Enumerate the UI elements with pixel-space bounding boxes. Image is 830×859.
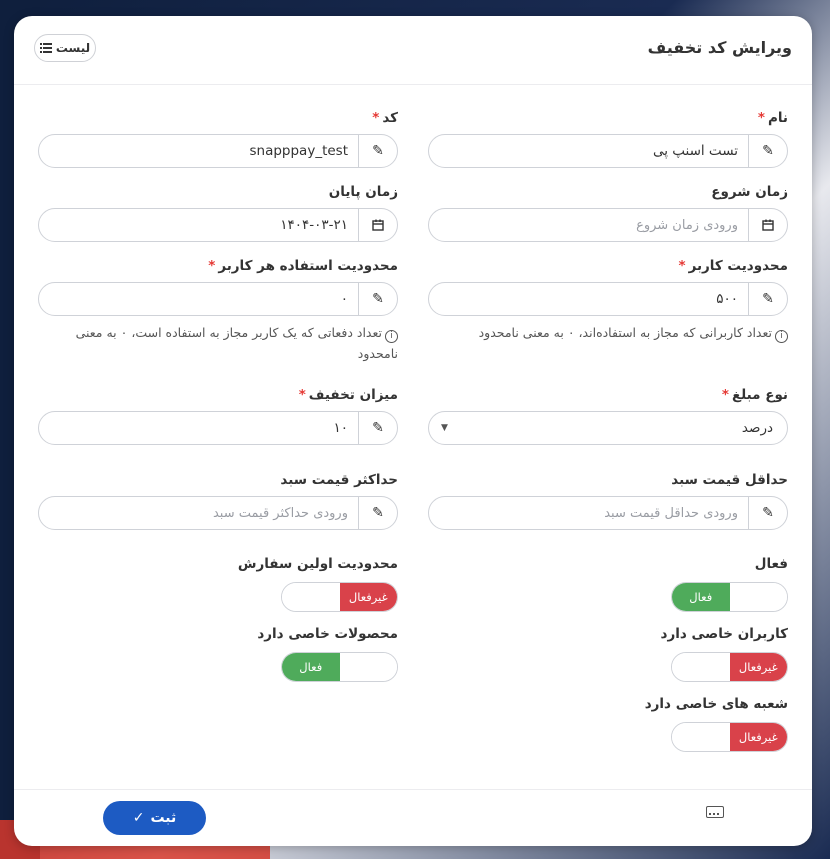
min-cart-field: حداقل قیمت سبد ✎ ورودی حداقل قیمت سبد <box>428 470 788 530</box>
page-title: ویرایش کد تخفیف <box>647 38 792 57</box>
per-user-limit-value: ۰ <box>340 291 348 307</box>
min-cart-label: حداقل قیمت سبد <box>671 472 788 488</box>
pencil-icon: ✎ <box>748 283 787 315</box>
toggle-blank <box>729 583 787 611</box>
user-limit-hint: iتعداد کاربرانی که مجاز به استفاده‌اند، … <box>428 322 788 343</box>
active-toggle[interactable]: فعال <box>671 582 788 612</box>
per-user-limit-input[interactable]: ✎ ۰ <box>38 282 398 316</box>
toggle-off: غیرفعال <box>339 583 397 611</box>
max-cart-label: حداکثر قیمت سبد <box>280 472 398 488</box>
code-value: snapppay_test <box>249 143 348 159</box>
submit-label: ثبت <box>150 810 177 826</box>
toggle-off: غیرفعال <box>729 653 787 681</box>
max-cart-input[interactable]: ✎ ورودی حداکثر قیمت سبد <box>38 496 398 530</box>
end-time-input[interactable]: ۱۴۰۴-۰۳-۲۱ <box>38 208 398 242</box>
submit-button[interactable]: ثبت ✓ <box>103 801 206 835</box>
user-limit-value: ۵۰۰ <box>716 291 738 307</box>
name-value: تست اسنپ پی <box>652 143 738 159</box>
check-icon: ✓ <box>132 810 145 826</box>
special-products-toggle[interactable]: فعال <box>281 652 398 682</box>
special-users-toggle[interactable]: غیرفعال <box>671 652 788 682</box>
end-time-value: ۱۴۰۴-۰۳-۲۱ <box>280 217 348 233</box>
amount-type-field: نوع مبلغ* درصد ▼ <box>428 385 788 445</box>
keyboard-icon[interactable] <box>706 806 724 818</box>
pencil-icon: ✎ <box>358 497 397 529</box>
start-time-field: زمان شروع ورودی زمان شروع <box>428 182 788 242</box>
special-users-toggle-field: کاربران خاصی دارد غیرفعال <box>428 624 788 682</box>
amount-type-select[interactable]: درصد ▼ <box>428 411 788 445</box>
card-header: ویرایش کد تخفیف لیست <box>14 16 812 85</box>
toggle-blank <box>672 653 730 681</box>
special-products-label: محصولات خاصی دارد <box>257 626 398 642</box>
special-branches-toggle[interactable]: غیرفعال <box>671 722 788 752</box>
user-limit-label: محدودیت کاربر* <box>678 258 789 274</box>
max-cart-field: حداکثر قیمت سبد ✎ ورودی حداکثر قیمت سبد <box>38 470 398 530</box>
amount-type-value: درصد <box>741 420 773 436</box>
toggle-blank <box>672 723 730 751</box>
special-branches-label: شعبه های خاصی دارد <box>644 696 788 712</box>
first-order-toggle[interactable]: غیرفعال <box>281 582 398 612</box>
card-footer: ثبت ✓ <box>14 789 812 846</box>
per-user-limit-hint: iتعداد دفعاتی که یک کاربر مجاز به استفاد… <box>75 325 398 361</box>
code-field: کد* ✎ snapppay_test <box>38 108 398 168</box>
start-time-label: زمان شروع <box>711 184 788 200</box>
amount-type-label: نوع مبلغ* <box>721 387 788 403</box>
special-branches-toggle-field: شعبه های خاصی دارد غیرفعال <box>428 694 788 752</box>
start-time-input[interactable]: ورودی زمان شروع <box>428 208 788 242</box>
toggle-blank <box>339 653 397 681</box>
info-icon: i <box>775 330 788 343</box>
pencil-icon: ✎ <box>358 283 397 315</box>
special-users-label: کاربران خاصی دارد <box>660 626 788 642</box>
pencil-icon: ✎ <box>748 497 787 529</box>
max-cart-placeholder: ورودی حداکثر قیمت سبد <box>212 505 348 521</box>
pencil-icon: ✎ <box>358 412 397 444</box>
special-products-toggle-field: محصولات خاصی دارد فعال <box>38 624 398 682</box>
active-label: فعال <box>754 556 788 572</box>
pencil-icon: ✎ <box>358 135 397 167</box>
user-limit-field: محدودیت کاربر* ✎ ۵۰۰ iتعداد کاربرانی که … <box>428 256 788 343</box>
end-time-label: زمان پایان <box>328 184 398 200</box>
list-button[interactable]: لیست <box>34 34 96 62</box>
end-time-field: زمان پایان ۱۴۰۴-۰۳-۲۱ <box>38 182 398 242</box>
info-icon: i <box>385 330 398 343</box>
calendar-icon <box>748 209 787 241</box>
toggle-on: فعال <box>672 583 730 611</box>
toggle-on: فعال <box>282 653 340 681</box>
pencil-icon: ✎ <box>748 135 787 167</box>
active-toggle-field: فعال فعال <box>428 554 788 612</box>
name-label: نام* <box>757 110 788 126</box>
caret-down-icon: ▼ <box>441 423 448 433</box>
discount-amount-value: ۱۰ <box>333 420 348 436</box>
name-field: نام* ✎ تست اسنپ پی <box>428 108 788 168</box>
edit-discount-card: ویرایش کد تخفیف لیست نام* ✎ تست اسنپ پی … <box>14 16 812 846</box>
discount-amount-input[interactable]: ✎ ۱۰ <box>38 411 398 445</box>
list-button-label: لیست <box>55 41 91 55</box>
code-label: کد* <box>372 110 398 126</box>
toggle-off: غیرفعال <box>729 723 787 751</box>
min-cart-placeholder: ورودی حداقل قیمت سبد <box>604 505 738 521</box>
code-input[interactable]: ✎ snapppay_test <box>38 134 398 168</box>
list-icon <box>39 43 52 53</box>
per-user-limit-label: محدودیت استفاده هر کاربر* <box>208 258 398 274</box>
user-limit-input[interactable]: ✎ ۵۰۰ <box>428 282 788 316</box>
name-input[interactable]: ✎ تست اسنپ پی <box>428 134 788 168</box>
first-order-toggle-field: محدودیت اولین سفارش غیرفعال <box>38 554 398 612</box>
toggle-blank <box>282 583 340 611</box>
discount-amount-field: میزان تخفیف* ✎ ۱۰ <box>38 385 398 445</box>
discount-amount-label: میزان تخفیف* <box>298 387 398 403</box>
start-time-placeholder: ورودی زمان شروع <box>636 217 738 233</box>
calendar-icon <box>358 209 397 241</box>
per-user-limit-field: محدودیت استفاده هر کاربر* ✎ ۰ iتعداد دفع… <box>38 256 398 364</box>
first-order-label: محدودیت اولین سفارش <box>237 556 398 572</box>
min-cart-input[interactable]: ✎ ورودی حداقل قیمت سبد <box>428 496 788 530</box>
